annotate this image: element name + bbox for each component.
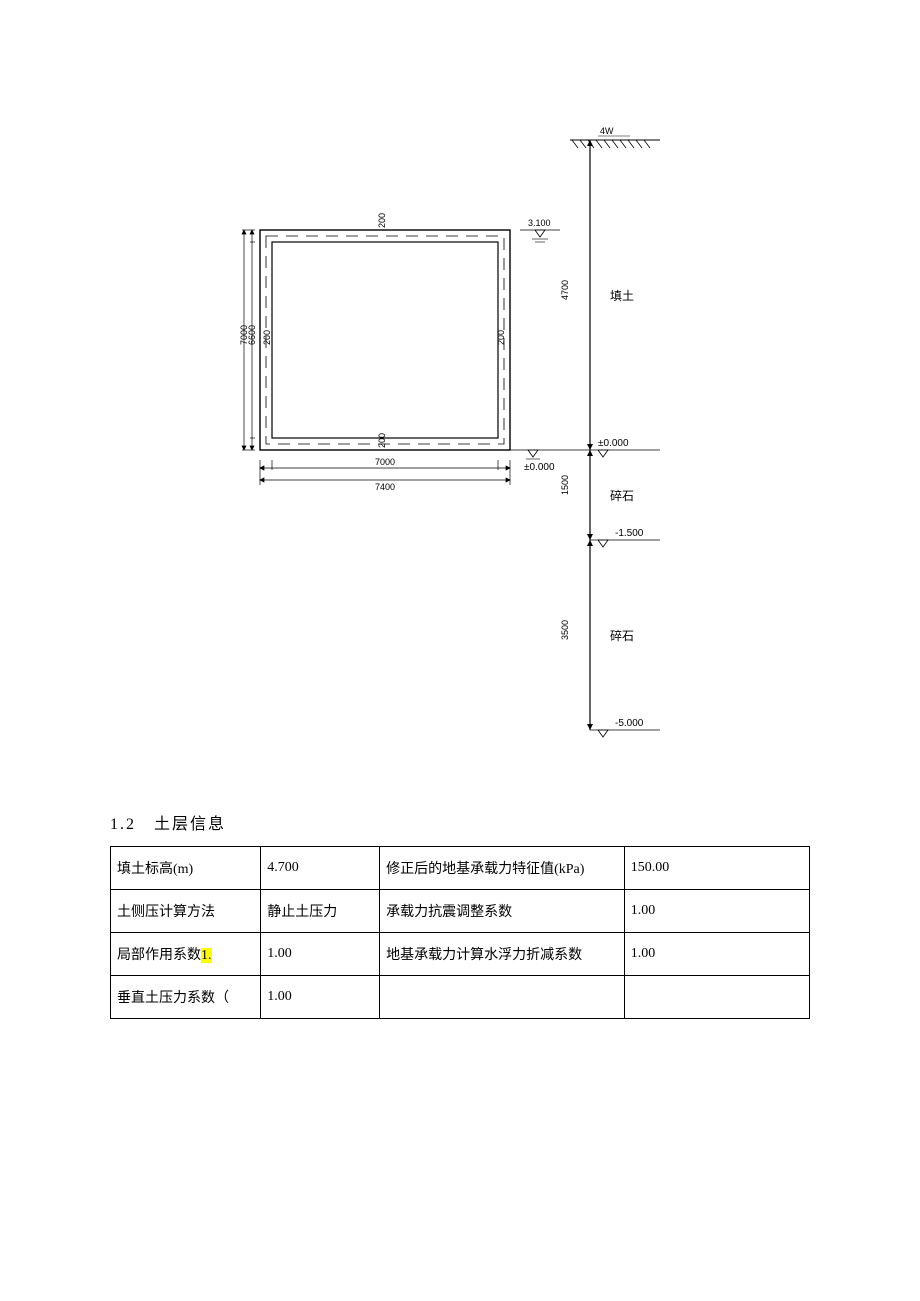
outer-width-dim: 7400	[375, 482, 395, 492]
level-2: -5.000	[590, 718, 660, 737]
level2-label: -5.000	[615, 718, 644, 729]
cell-label: 土侧压计算方法	[111, 890, 261, 933]
section-title: 土层信息	[154, 816, 226, 833]
water-level-top: 3.100	[520, 218, 560, 242]
cell-label: 垂直土压力系数（	[111, 976, 261, 1019]
cell-label: 填土标高(m)	[111, 847, 261, 890]
cell-value: 静止土压力	[261, 890, 380, 933]
cell-label: 承载力抗震调整系数	[380, 890, 625, 933]
cell-value	[624, 976, 809, 1019]
soil-info-table: 填土标高(m) 4.700 修正后的地基承载力特征值(kPa) 150.00 土…	[110, 846, 810, 1019]
inner-width-dim: 7000	[375, 457, 395, 467]
fill-depth-dim: 4700	[560, 280, 570, 300]
rock1-label: 碎石	[610, 488, 634, 503]
level-zero: ±0.000 ±0.000	[510, 438, 660, 473]
table-row: 局部作用系数1. 1.00 地基承载力计算水浮力折减系数 1.00	[111, 933, 810, 976]
highlight-text: 1.	[201, 948, 212, 963]
cell-value: 1.00	[624, 933, 809, 976]
section-heading: 1.2 土层信息	[110, 810, 810, 834]
cell-value: 1.00	[261, 933, 380, 976]
cross-section-diagram: 4W 3.100 填土 4700	[200, 100, 720, 750]
section-number: 1.2	[110, 816, 136, 833]
thk-bot: 200	[377, 433, 387, 448]
rock2-label: 碎石	[610, 628, 634, 643]
table-row: 填土标高(m) 4.700 修正后的地基承载力特征值(kPa) 150.00	[111, 847, 810, 890]
cell-label: 局部作用系数1.	[111, 933, 261, 976]
span1-dim: 1500	[560, 475, 570, 495]
span2-dim: 3500	[560, 620, 570, 640]
outer-height-dim: 7000	[239, 325, 249, 345]
cell-value: 1.00	[261, 976, 380, 1019]
level0-left: ±0.000	[524, 462, 555, 473]
cell-value: 4.700	[261, 847, 380, 890]
cell-value: 1.00	[624, 890, 809, 933]
table-row: 土侧压计算方法 静止土压力 承载力抗震调整系数 1.00	[111, 890, 810, 933]
soil-fill-label: 填土	[610, 289, 634, 303]
thk-top: 200	[377, 213, 387, 228]
thk-right: 200	[496, 330, 506, 345]
level-1: -1.500	[590, 528, 660, 547]
cell-label	[380, 976, 625, 1019]
cell-label: 地基承载力计算水浮力折减系数	[380, 933, 625, 976]
culvert-box	[260, 230, 510, 450]
level1-label: -1.500	[615, 528, 644, 539]
cell-label: 修正后的地基承载力特征值(kPa)	[380, 847, 625, 890]
thk-left: 200	[262, 330, 272, 345]
top-load-label: 4W	[600, 126, 614, 136]
water-top-elev: 3.100	[528, 218, 551, 228]
level0-right: ±0.000	[598, 438, 629, 449]
cell-value: 150.00	[624, 847, 809, 890]
table-row: 垂直土压力系数（ 1.00	[111, 976, 810, 1019]
